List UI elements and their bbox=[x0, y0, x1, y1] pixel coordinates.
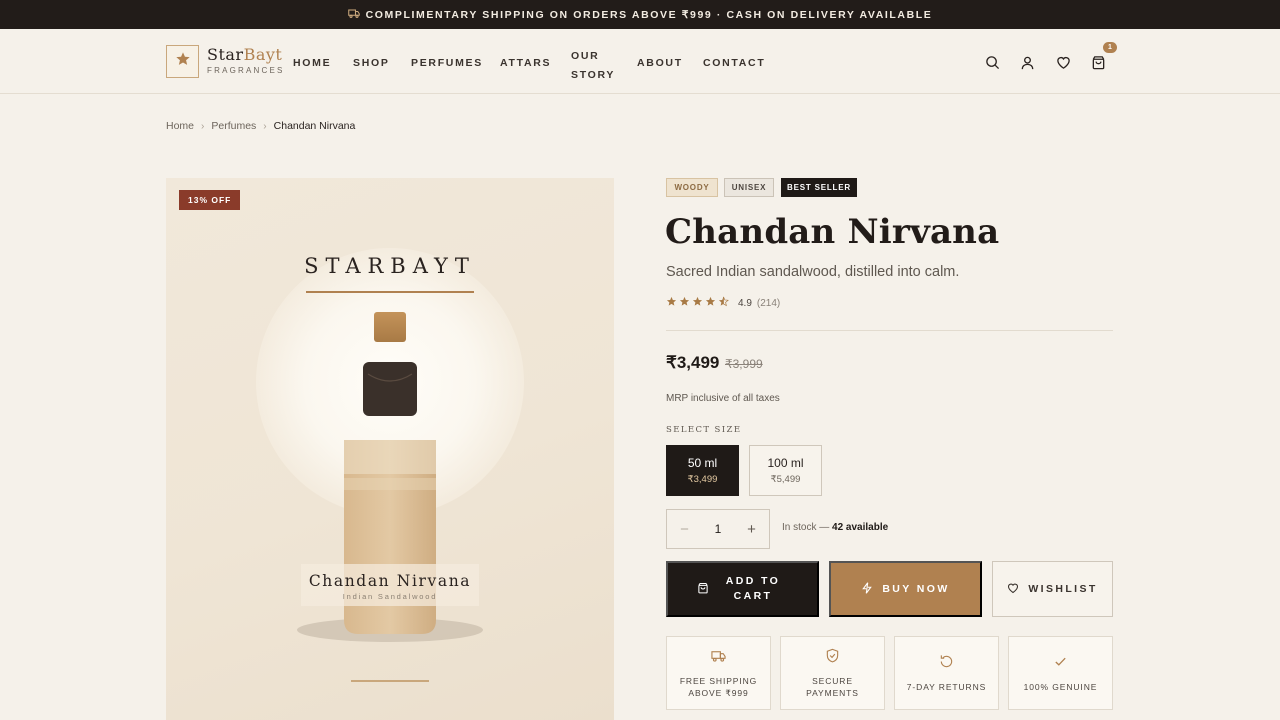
logo-tagline: FRAGRANCES bbox=[207, 66, 285, 75]
breadcrumb-separator: › bbox=[263, 120, 267, 132]
quantity-value[interactable]: 1 bbox=[702, 522, 734, 536]
nav-home[interactable]: HOME bbox=[293, 57, 331, 69]
feature-returns: 7-DAY RETURNS bbox=[894, 636, 999, 710]
nav-perfumes[interactable]: PERFUMES bbox=[411, 57, 483, 69]
quantity-increase-button[interactable]: + bbox=[734, 521, 769, 538]
breadcrumb-home[interactable]: Home bbox=[166, 120, 194, 132]
feature-free-shipping: FREE SHIPPING ABOVE ₹999 bbox=[666, 636, 771, 710]
feature-label: 7-DAY RETURNS bbox=[906, 681, 987, 692]
wishlist-label: WISHLIST bbox=[1028, 583, 1098, 595]
nav-about[interactable]: ABOUT bbox=[637, 57, 683, 69]
star-icon bbox=[679, 294, 690, 312]
announcement-text: COMPLIMENTARY SHIPPING ON ORDERS ABOVE ₹… bbox=[365, 8, 933, 21]
shield-icon bbox=[825, 648, 840, 668]
bottle-label-name: Chandan Nirvana bbox=[308, 572, 472, 590]
size-option-price: ₹5,499 bbox=[770, 474, 801, 485]
star-icon bbox=[175, 51, 191, 72]
stock-count: 42 available bbox=[832, 522, 889, 533]
star-icon bbox=[666, 294, 677, 312]
feature-label: FREE SHIPPING ABOVE ₹999 bbox=[679, 675, 758, 698]
perfume-bottle-illustration bbox=[297, 312, 483, 642]
star-icon bbox=[692, 294, 703, 312]
search-icon[interactable] bbox=[982, 52, 1002, 72]
wishlist-button[interactable]: WISHLIST bbox=[992, 561, 1113, 617]
logo-name-part2: Bayt bbox=[243, 45, 283, 64]
half-star-icon bbox=[718, 294, 729, 312]
bag-icon bbox=[697, 582, 709, 597]
product-subtitle: Sacred Indian sandalwood, distilled into… bbox=[666, 264, 960, 280]
size-option-50ml[interactable]: 50 ml ₹3,499 bbox=[666, 445, 739, 496]
bottle-label-sub: Indian Sandalwood bbox=[342, 592, 438, 601]
size-option-label: 50 ml bbox=[687, 456, 718, 470]
cart-count-badge: 1 bbox=[1103, 42, 1117, 53]
product-title: Chandan Nirvana bbox=[665, 212, 1000, 252]
nav-our-story-line2: STORY bbox=[571, 69, 616, 81]
nav-attars[interactable]: ATTARS bbox=[500, 57, 551, 69]
nav-contact[interactable]: CONTACT bbox=[703, 57, 765, 69]
logo-name-part1: Star bbox=[207, 45, 244, 64]
tax-note: MRP inclusive of all taxes bbox=[666, 393, 780, 404]
rating-count: (214) bbox=[756, 297, 781, 309]
feature-label: SECURE PAYMENTS bbox=[806, 675, 859, 698]
product-image[interactable]: 13% OFF STARBAYT Chandan Nirvana Indian … bbox=[166, 178, 614, 720]
heart-icon[interactable] bbox=[1053, 52, 1073, 72]
tag-best-seller: BEST SELLER bbox=[781, 178, 857, 197]
logo-wordmark[interactable]: StarBayt FRAGRANCES bbox=[207, 45, 285, 76]
product-rating[interactable]: 4.9 (214) bbox=[666, 294, 780, 312]
bottle-label: Chandan Nirvana Indian Sandalwood bbox=[301, 564, 479, 606]
refresh-icon bbox=[939, 654, 954, 674]
buy-now-button[interactable]: BUY NOW bbox=[829, 561, 982, 617]
breadcrumb-perfumes[interactable]: Perfumes bbox=[211, 120, 256, 132]
breadcrumb: Home › Perfumes › Chandan Nirvana bbox=[166, 120, 355, 132]
lightning-icon bbox=[861, 581, 873, 597]
logo-mark[interactable] bbox=[166, 45, 199, 78]
size-option-label: 100 ml bbox=[767, 456, 804, 470]
breadcrumb-separator: › bbox=[201, 120, 205, 132]
truck-icon bbox=[347, 7, 360, 22]
rating-value: 4.9 bbox=[738, 297, 752, 309]
stock-status: In stock — 42 available bbox=[782, 522, 888, 533]
bag-icon[interactable] bbox=[1088, 52, 1108, 72]
nav-our-story-line1: OUR bbox=[571, 50, 600, 62]
nav-shop[interactable]: SHOP bbox=[353, 57, 390, 69]
quantity-stepper: − 1 + bbox=[666, 509, 770, 549]
feature-secure-payments: SECURE PAYMENTS bbox=[780, 636, 885, 710]
heart-icon bbox=[1007, 582, 1019, 597]
feature-genuine: 100% GENUINE bbox=[1008, 636, 1113, 710]
check-icon bbox=[1053, 654, 1068, 674]
add-to-cart-label: ADD TO CART bbox=[725, 575, 781, 602]
user-icon[interactable] bbox=[1017, 52, 1037, 72]
divider bbox=[666, 330, 1113, 331]
buy-now-label: BUY NOW bbox=[882, 583, 950, 595]
stock-text: In stock — bbox=[782, 522, 833, 533]
quantity-decrease-button[interactable]: − bbox=[667, 521, 702, 538]
breadcrumb-current: Chandan Nirvana bbox=[273, 120, 356, 132]
announcement-bar: COMPLIMENTARY SHIPPING ON ORDERS ABOVE ₹… bbox=[0, 0, 1280, 29]
star-icon bbox=[705, 294, 716, 312]
truck-icon bbox=[711, 648, 726, 668]
site-header: StarBayt FRAGRANCES HOME SHOP PERFUMES A… bbox=[0, 29, 1280, 94]
nav-our-story[interactable]: OUR STORY bbox=[571, 47, 615, 85]
tag-woody: WOODY bbox=[666, 178, 718, 197]
add-to-cart-button[interactable]: ADD TO CART bbox=[666, 561, 819, 617]
image-bottom-rule bbox=[351, 680, 429, 682]
size-option-100ml[interactable]: 100 ml ₹5,499 bbox=[749, 445, 822, 496]
size-option-price: ₹3,499 bbox=[687, 474, 718, 485]
tag-unisex: UNISEX bbox=[724, 178, 774, 197]
feature-label: 100% GENUINE bbox=[1023, 681, 1098, 692]
price-current: ₹3,499 bbox=[666, 353, 720, 372]
size-label: SELECT SIZE bbox=[666, 425, 742, 435]
price-original: ₹3,999 bbox=[725, 357, 763, 371]
